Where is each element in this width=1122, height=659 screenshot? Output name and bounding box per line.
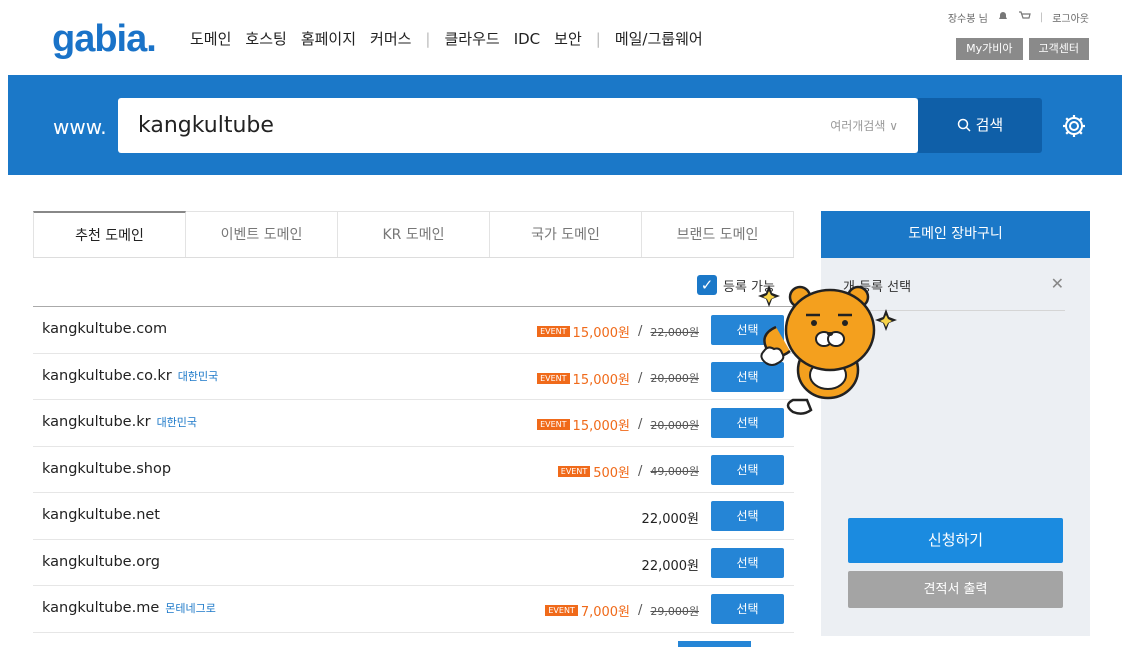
domain-price: EVENT 15,000원/22,000원 <box>537 322 699 341</box>
close-icon[interactable]: ✕ <box>1051 274 1064 293</box>
domain-price: EVENT 500원/49,000원 <box>557 462 699 481</box>
tab-country[interactable]: 국가 도메인 <box>490 211 642 257</box>
my-gabia-button[interactable]: My가비아 <box>956 38 1023 60</box>
domain-name: kangkultube.kr 대한민국 <box>42 414 198 430</box>
global-nav: 도메인 호스팅 홈페이지 커머스 | 클라우드 IDC 보안 | 메일/그룹웨어 <box>190 28 717 49</box>
nav-hosting[interactable]: 호스팅 <box>245 28 286 49</box>
select-button[interactable]: 선택 <box>711 594 784 624</box>
search-box: 여러개검색 ∨ <box>118 98 918 153</box>
domain-row: kangkultube.org 22,000원 선택 <box>33 540 794 586</box>
user-name: 장수봉 님 <box>947 14 988 25</box>
multi-search-dropdown[interactable]: 여러개검색 ∨ <box>830 117 898 134</box>
nav-homepage[interactable]: 홈페이지 <box>301 28 356 49</box>
country-label: 몬테네그로 <box>165 602 216 615</box>
event-badge: EVENT <box>557 465 591 477</box>
select-button[interactable]: 선택 <box>711 501 784 531</box>
nav-divider: | <box>595 29 601 48</box>
domain-name: kangkultube.me 몬테네그로 <box>42 600 216 616</box>
gear-icon[interactable] <box>1061 113 1087 143</box>
domain-row: kangkultube.com EVENT 15,000원/22,000원 선택 <box>33 307 794 354</box>
tab-brand[interactable]: 브랜드 도메인 <box>642 211 794 257</box>
event-badge: EVENT <box>537 419 570 430</box>
tab-recommended[interactable]: 추천 도메인 <box>33 211 186 257</box>
domain-row: kangkultube.kr 대한민국 EVENT 15,000원/20,000원 … <box>33 400 794 447</box>
search-button[interactable]: 검색 <box>918 98 1042 153</box>
tab-kr[interactable]: KR 도메인 <box>338 211 490 257</box>
www-prefix: www. <box>53 115 107 139</box>
domain-row: kangkultube.co.kr 대한민국 EVENT 15,000원/20,00… <box>33 354 794 400</box>
gabia-logo[interactable]: gabia. <box>52 18 157 61</box>
tab-event[interactable]: 이벤트 도메인 <box>186 211 338 257</box>
quote-print-button[interactable]: 견적서 출력 <box>848 571 1063 608</box>
domain-price: EVENT 7,000원/29,000원 <box>545 601 699 620</box>
select-button-partial[interactable] <box>678 641 751 647</box>
cart-icon[interactable] <box>1018 10 1031 25</box>
domain-name: kangkultube.com <box>42 321 168 337</box>
domain-list: kangkultube.com EVENT 15,000원/22,000원 선택 … <box>33 306 794 633</box>
domain-price: EVENT 15,000원/20,000원 <box>537 415 699 434</box>
domain-row: kangkultube.shop EVENT 500원/49,000원 선택 <box>33 447 794 493</box>
select-button[interactable]: 선택 <box>711 454 784 485</box>
bell-icon[interactable] <box>997 10 1009 25</box>
nav-idc[interactable]: IDC <box>514 30 540 48</box>
apply-button[interactable]: 신청하기 <box>848 518 1063 563</box>
domain-search-input[interactable] <box>138 98 738 153</box>
event-badge: EVENT <box>537 326 570 337</box>
domain-name: kangkultube.co.kr 대한민국 <box>42 367 219 384</box>
domain-name: kangkultube.org <box>42 553 160 570</box>
ryan-character-sticker <box>748 275 898 420</box>
nav-security[interactable]: 보안 <box>554 28 582 49</box>
domain-name: kangkultube.net <box>42 507 160 523</box>
search-button-label: 검색 <box>975 116 1004 134</box>
select-button[interactable]: 선택 <box>711 547 784 578</box>
domain-price: 22,000원 <box>641 558 699 574</box>
logout-link[interactable]: 로그아웃 <box>1052 10 1089 25</box>
nav-commerce[interactable]: 커머스 <box>370 28 411 49</box>
nav-cloud[interactable]: 클라우드 <box>444 28 499 49</box>
domain-tabs: 추천 도메인 이벤트 도메인 KR 도메인 국가 도메인 브랜드 도메인 <box>33 211 794 258</box>
cart-title: 도메인 장바구니 <box>821 211 1090 258</box>
domain-search-bar: www. 여러개검색 ∨ 검색 <box>8 75 1122 175</box>
nav-divider: | <box>425 29 431 48</box>
customer-center-button[interactable]: 고객센터 <box>1028 38 1089 60</box>
domain-row: kangkultube.net 22,000원 선택 <box>33 493 794 540</box>
search-icon <box>957 116 976 134</box>
domain-price: 22,000원 <box>641 512 699 527</box>
util-menu: 장수봉 님 | 로그아웃 <box>939 10 1089 25</box>
domain-price: EVENT 15,000원/20,000원 <box>537 369 699 388</box>
checkbox-checked-icon[interactable]: ✓ <box>697 275 717 295</box>
country-label: 대한민국 <box>156 416 198 429</box>
country-label: 대한민국 <box>177 369 219 383</box>
domain-row: kangkultube.me 몬테네그로 EVENT 7,000원/29,000원 … <box>33 586 794 633</box>
event-badge: EVENT <box>545 605 578 616</box>
domain-name: kangkultube.shop <box>42 460 172 477</box>
util-divider: | <box>1039 12 1044 23</box>
nav-mail-groupware[interactable]: 메일/그룹웨어 <box>615 28 703 49</box>
util-buttons: My가비아 고객센터 <box>950 38 1089 60</box>
event-badge: EVENT <box>537 372 570 384</box>
header: gabia. 도메인 호스팅 홈페이지 커머스 | 클라우드 IDC 보안 | … <box>0 0 1122 75</box>
nav-domain[interactable]: 도메인 <box>190 28 231 49</box>
